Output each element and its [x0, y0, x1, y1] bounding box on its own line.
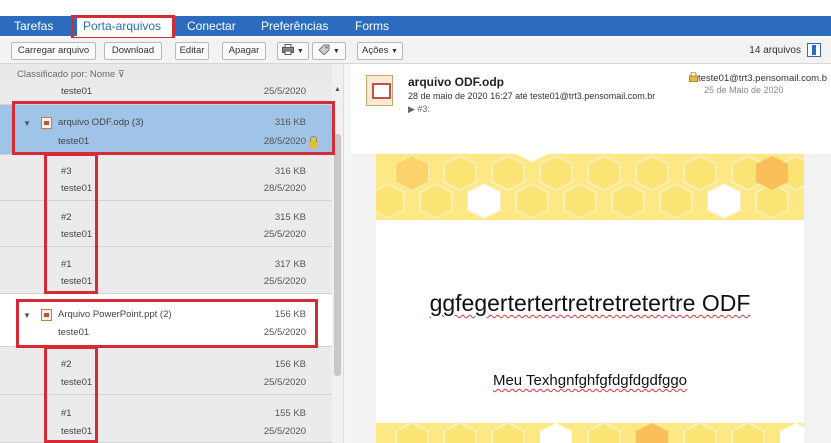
slide-title-text: ggfegertertertretretretertre ODF: [429, 290, 751, 316]
item-date: 25/5/2020: [263, 377, 306, 388]
item-owner: teste01: [61, 276, 93, 287]
item-owner: teste01: [58, 327, 90, 338]
version-label: #2: [61, 359, 72, 370]
chevron-down-icon: ▼: [296, 48, 304, 55]
chevron-down-icon: ▼: [332, 48, 340, 55]
scrollbar-thumb[interactable]: [334, 134, 341, 376]
item-date: 25/5/2020: [263, 229, 306, 240]
delete-button[interactable]: Apagar: [222, 42, 266, 60]
download-button[interactable]: Download: [104, 42, 162, 60]
item-date: 25/5/2020: [263, 276, 306, 287]
item-owner: teste01: [58, 136, 90, 147]
item-name: Arquivo PowerPoint.ppt (2): [58, 309, 172, 320]
presentation-file-icon: [366, 75, 393, 106]
print-menu-button[interactable]: ▼: [277, 42, 309, 60]
item-owner: teste01: [61, 86, 93, 97]
version-label: #1: [61, 408, 72, 419]
item-size: 316 KB: [274, 117, 306, 128]
preview-owner-date: 25 de Maio de 2020: [704, 85, 784, 95]
preview-header: arquivo ODF.odp 28 de maio de 2020 16:27…: [351, 64, 831, 154]
item-date: 25/5/2020: [263, 426, 306, 437]
list-item-version[interactable]: #2 315 KB teste01 25/5/2020: [0, 201, 332, 247]
upload-button[interactable]: Carregar arquivo: [11, 42, 96, 60]
tab-tarefas[interactable]: Tarefas: [8, 16, 59, 36]
file-count: 14 arquivos: [749, 45, 801, 56]
preview-file-info: 28 de maio de 2020 16:27 até teste01@trt…: [408, 91, 656, 101]
toolbar: Carregar arquivo Download Editar Apagar …: [0, 38, 831, 64]
file-list: Classificado por: Nome ⊽ teste01 25/5/20…: [0, 64, 343, 443]
item-size: 156 KB: [274, 359, 306, 370]
item-size: 317 KB: [274, 259, 306, 270]
slide-body-text: Meu Texhgnfghfgfdgfdgdfggo: [492, 372, 688, 389]
pane-splitter[interactable]: [343, 64, 351, 443]
list-item-version[interactable]: #1 155 KB teste01 25/5/2020: [0, 395, 332, 443]
list-item-version[interactable]: #2 156 KB teste01 25/5/2020: [0, 347, 332, 395]
expand-triangle-icon[interactable]: ▼: [23, 311, 31, 320]
tab-porta-arquivos[interactable]: Porta-arquivos: [77, 16, 172, 38]
chevron-down-icon: ▼: [391, 48, 398, 55]
slide-preview: ggfegertertertretretretertre ODF Meu Tex…: [376, 154, 804, 443]
actions-menu-button[interactable]: Ações ▼: [357, 42, 403, 60]
list-item-group-ppt[interactable]: ▼ Arquivo PowerPoint.ppt (2) 156 KB test…: [0, 294, 332, 347]
item-date: 25/5/2020: [263, 86, 306, 97]
version-label: #2: [61, 212, 72, 223]
top-navigation: Tarefas Porta-arquivos Conectar Preferên…: [0, 0, 831, 38]
preview-pane: arquivo ODF.odp 28 de maio de 2020 16:27…: [351, 64, 831, 443]
honeycomb-bottom-decoration: [376, 421, 804, 443]
tab-preferencias[interactable]: Preferências: [255, 16, 334, 36]
item-owner: teste01: [61, 426, 93, 437]
honeycomb-top-decoration: [376, 154, 804, 224]
item-date: 25/5/2020: [263, 327, 306, 338]
tag-icon: [318, 44, 330, 56]
item-name: arquivo ODF.odp (3): [58, 117, 144, 128]
sort-direction-icon: ⊽: [117, 69, 125, 80]
view-toggle-icon[interactable]: [807, 43, 821, 57]
list-item-version[interactable]: #3 316 KB teste01 28/5/2020: [0, 155, 332, 201]
tag-menu-button[interactable]: ▼: [312, 42, 346, 60]
item-owner: teste01: [61, 183, 93, 194]
printer-icon: [282, 44, 295, 55]
item-date: 28/5/2020: [263, 136, 306, 147]
item-size: 156 KB: [274, 309, 306, 320]
presentation-file-icon: [41, 309, 52, 321]
slide-title: ggfegertertertretretretertre ODF: [376, 290, 804, 317]
preview-version[interactable]: ▶ #3:: [408, 104, 430, 115]
list-item-group-odf[interactable]: ▼ arquivo ODF.odp (3) 316 KB teste01 28/…: [0, 105, 332, 155]
list-item-version[interactable]: #1 317 KB teste01 25/5/2020: [0, 247, 332, 294]
item-size: 316 KB: [274, 166, 306, 177]
tab-forms[interactable]: Forms: [349, 16, 395, 36]
lock-icon: [309, 136, 318, 148]
item-owner: teste01: [61, 377, 93, 388]
item-size: 315 KB: [274, 212, 306, 223]
owner-email: teste01@trt3.pensomail.com.b: [698, 73, 827, 84]
item-date: 28/5/2020: [263, 183, 306, 194]
preview-file-name: arquivo ODF.odp: [408, 75, 504, 89]
list-scrollbar[interactable]: ▲: [332, 64, 343, 443]
actions-label: Ações: [362, 45, 389, 56]
sort-label-text: Classificado por: Nome: [17, 69, 116, 80]
edit-button[interactable]: Editar: [175, 42, 209, 60]
sort-label[interactable]: Classificado por: Nome ⊽: [17, 69, 125, 80]
scroll-up-icon[interactable]: ▲: [334, 86, 341, 93]
tab-conectar[interactable]: Conectar: [181, 16, 242, 36]
list-item[interactable]: teste01 25/5/2020: [0, 85, 332, 105]
preview-owner: teste01@trt3.pensomail.com.b: [689, 71, 827, 84]
lock-icon: [689, 71, 698, 82]
item-owner: teste01: [61, 229, 93, 240]
slide-body: Meu Texhgnfghfgfdgfdgdfggo: [376, 372, 804, 389]
presentation-file-icon: [41, 117, 52, 129]
expand-triangle-icon[interactable]: ▼: [23, 119, 31, 128]
version-label: #1: [61, 259, 72, 270]
version-label: #3: [61, 166, 72, 177]
item-size: 155 KB: [274, 408, 306, 419]
